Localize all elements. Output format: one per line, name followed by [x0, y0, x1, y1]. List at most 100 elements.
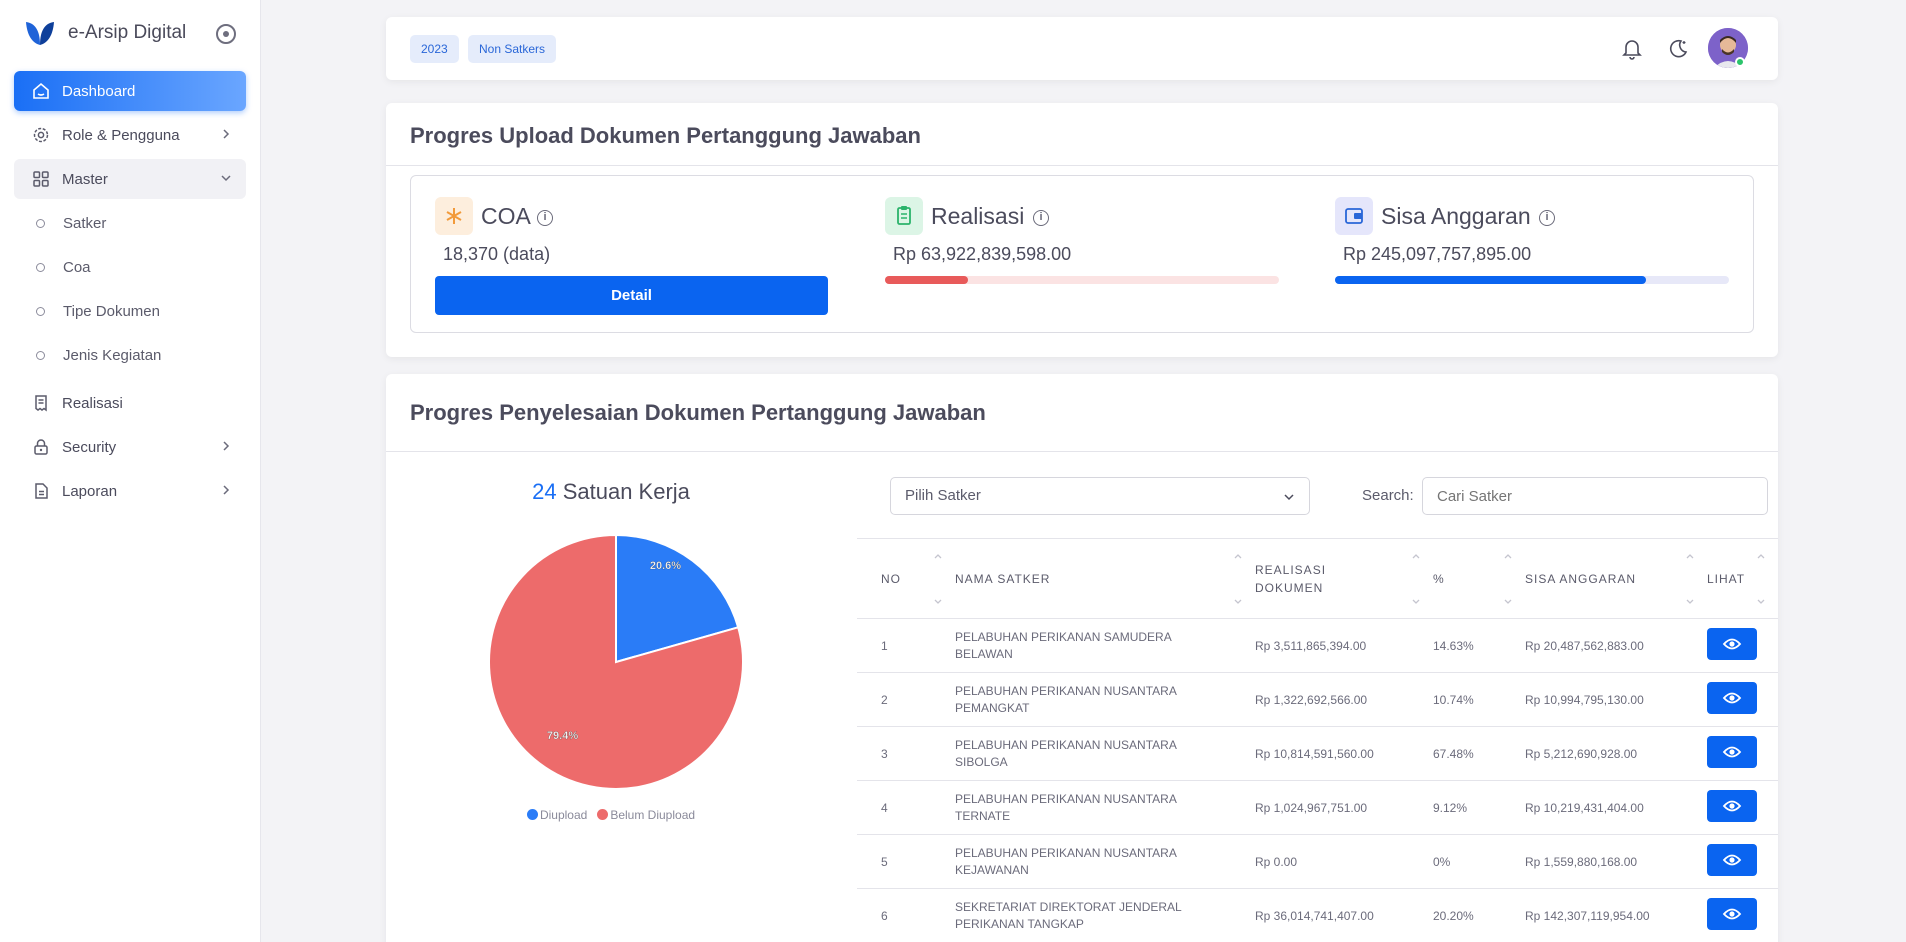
cell-no: 5	[857, 834, 955, 889]
cell-pct: 67.48%	[1433, 726, 1525, 781]
cell-pct: 20.20%	[1433, 888, 1525, 942]
eye-icon	[1722, 854, 1742, 866]
sidebar-subitem-tipe-dokumen[interactable]: Tipe Dokumen	[14, 293, 246, 329]
cell-lihat	[1707, 888, 1778, 942]
cell-nama-satker: PELABUHAN PERIKANAN NUSANTARA KEJAWANAN	[955, 834, 1255, 889]
info-icon[interactable]: i	[1033, 210, 1049, 226]
satker-count-label: Satuan Kerja	[562, 479, 690, 504]
chevron-right-icon	[223, 441, 230, 451]
detail-button[interactable]: Detail	[435, 276, 828, 315]
year-chip[interactable]: 2023	[410, 35, 459, 63]
cell-no: 4	[857, 780, 955, 835]
sidebar-item-role-pengguna[interactable]: Role & Pengguna	[14, 115, 246, 155]
realisasi-badge	[885, 197, 923, 235]
divider	[386, 451, 1778, 452]
sidebar-subitem-satker[interactable]: Satker	[14, 205, 246, 241]
brand[interactable]: e-Arsip Digital	[24, 18, 186, 48]
sort-icon[interactable]	[933, 551, 943, 607]
sort-icon[interactable]	[1685, 551, 1695, 607]
cell-lihat	[1707, 618, 1778, 673]
coa-title: COA	[481, 203, 531, 229]
sisa-progress-fill	[1335, 276, 1647, 284]
cell-realisasi: Rp 36,014,741,407.00	[1255, 888, 1433, 942]
col-no[interactable]: NO	[857, 538, 955, 619]
non-satkers-chip[interactable]: Non Satkers	[468, 35, 557, 63]
asterisk-icon	[446, 208, 462, 224]
online-status-dot	[1735, 57, 1745, 67]
sidebar-item-realisasi[interactable]: Realisasi	[14, 383, 246, 423]
view-button[interactable]	[1707, 898, 1757, 930]
cell-nama-satker: SEKRETARIAT DIREKTORAT JENDERAL PERIKANA…	[955, 888, 1255, 942]
sidebar: e-Arsip Digital Dashboard Role & Penggun…	[0, 0, 261, 942]
realisasi-progress-fill	[885, 276, 968, 284]
sidebar-item-master[interactable]: Master	[14, 159, 246, 199]
eye-icon	[1722, 800, 1742, 812]
cell-sisa: Rp 20,487,562,883.00	[1525, 618, 1707, 673]
cell-sisa: Rp 10,219,431,404.00	[1525, 780, 1707, 835]
info-icon[interactable]: i	[1539, 210, 1555, 226]
sort-icon[interactable]	[1233, 551, 1243, 607]
cell-no: 1	[857, 618, 955, 673]
search-input[interactable]	[1422, 477, 1768, 515]
cell-pct: 10.74%	[1433, 672, 1525, 727]
col-lihat[interactable]: LIHAT	[1707, 538, 1778, 619]
legend-swatch-diupload	[526, 809, 538, 820]
col-pct[interactable]: %	[1433, 538, 1525, 619]
col-label: NAMA SATKER	[955, 571, 1051, 586]
sidebar-item-label: Dashboard	[62, 82, 136, 100]
view-button[interactable]	[1707, 790, 1757, 822]
cell-pct: 9.12%	[1433, 780, 1525, 835]
col-label: LIHAT	[1707, 571, 1746, 586]
sort-icon[interactable]	[1411, 551, 1421, 607]
sidebar-item-laporan[interactable]: Laporan	[14, 471, 246, 511]
sidebar-item-label: Master	[62, 170, 108, 188]
sort-icon[interactable]	[1756, 551, 1766, 607]
sidebar-subitem-coa[interactable]: Coa	[14, 249, 246, 285]
sisa-value: Rp 245,097,757,895.00	[1343, 244, 1532, 264]
satker-select[interactable]: Pilih Satker	[890, 477, 1310, 515]
view-button[interactable]	[1707, 682, 1757, 714]
card-title: Progres Upload Dokumen Pertanggung Jawab…	[410, 123, 921, 148]
sidebar-toggle-icon[interactable]	[216, 24, 236, 44]
search-label: Search:	[1362, 487, 1414, 504]
satker-select-value: Pilih Satker	[905, 487, 981, 504]
realisasi-progress-bar	[885, 276, 1279, 284]
view-button[interactable]	[1707, 628, 1757, 660]
upload-progress-card: Progres Upload Dokumen Pertanggung Jawab…	[386, 103, 1778, 357]
eye-icon	[1722, 908, 1742, 920]
sidebar-item-dashboard[interactable]: Dashboard	[14, 71, 246, 111]
receipt-icon	[35, 395, 47, 412]
brand-name: e-Arsip Digital	[68, 22, 187, 43]
col-label: %	[1433, 571, 1445, 586]
home-icon	[33, 82, 49, 99]
sort-icon[interactable]	[1503, 551, 1513, 607]
table-row: 5 PELABUHAN PERIKANAN NUSANTARA KEJAWANAN…	[857, 834, 1778, 889]
pie-chart: 20.6% 79.4%	[488, 533, 744, 790]
chevron-right-icon	[223, 129, 230, 139]
view-button[interactable]	[1707, 844, 1757, 876]
sidebar-subitem-label: Satker	[63, 214, 107, 232]
cell-nama-satker: PELABUHAN PERIKANAN NUSANTARA SIBOLGA	[955, 726, 1255, 781]
col-realisasi[interactable]: REALISASI DOKUMEN	[1255, 538, 1433, 619]
cell-sisa: Rp 10,994,795,130.00	[1525, 672, 1707, 727]
col-sisa[interactable]: SISA ANGGARAN	[1525, 538, 1707, 619]
cell-realisasi: Rp 1,322,692,566.00	[1255, 672, 1433, 727]
sidebar-subitem-jenis-kegiatan[interactable]: Jenis Kegiatan	[14, 337, 246, 373]
circle-icon	[36, 218, 45, 228]
legend-label-belum: Belum Diupload	[610, 808, 696, 822]
lock-icon	[34, 439, 48, 455]
cell-sisa: Rp 142,307,119,954.00	[1525, 888, 1707, 942]
table-row: 3 PELABUHAN PERIKANAN NUSANTARA SIBOLGA Rp…	[857, 726, 1778, 781]
moon-icon[interactable]	[1666, 37, 1690, 61]
table-row: 1 PELABUHAN PERIKANAN SAMUDERA BELAWAN Rp …	[857, 618, 1778, 673]
sisa-title: Sisa Anggaran	[1381, 203, 1531, 229]
view-button[interactable]	[1707, 736, 1757, 768]
info-icon[interactable]: i	[537, 210, 553, 226]
sidebar-subitem-label: Jenis Kegiatan	[63, 346, 162, 364]
sidebar-item-security[interactable]: Security	[14, 427, 246, 467]
sidebar-item-label: Laporan	[62, 482, 118, 500]
col-nama-satker[interactable]: NAMA SATKER	[955, 538, 1255, 619]
cell-lihat	[1707, 726, 1778, 781]
cell-no: 2	[857, 672, 955, 727]
bell-icon[interactable]	[1620, 37, 1644, 61]
